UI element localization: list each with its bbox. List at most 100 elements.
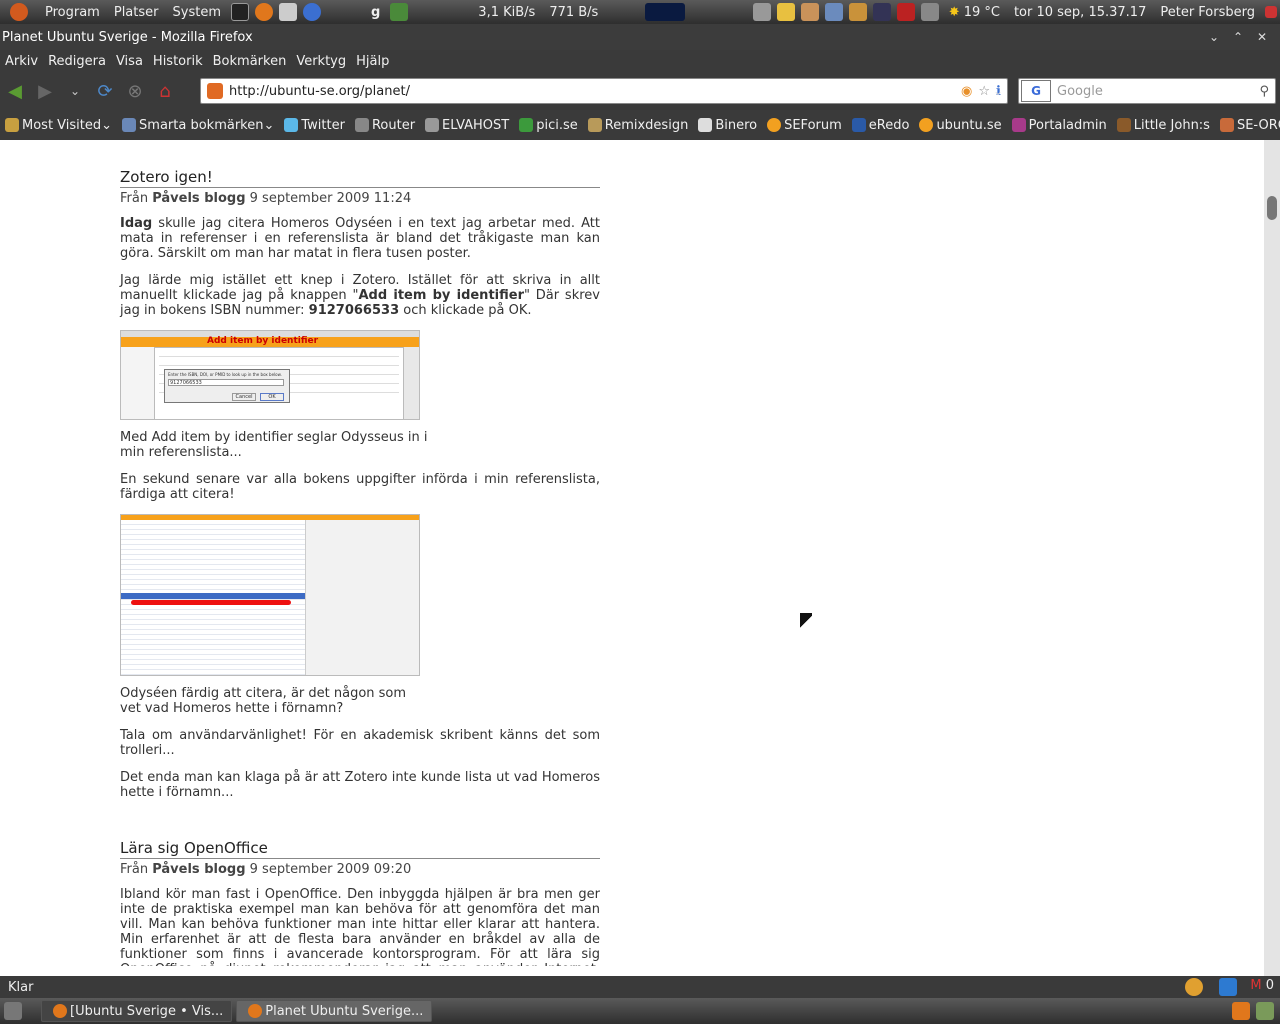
network-icon[interactable]: [824, 3, 843, 21]
weather[interactable]: ✸ 19 °C: [942, 5, 1007, 20]
vertical-scrollbar[interactable]: [1264, 140, 1280, 976]
mouse-cursor-icon: [800, 613, 812, 631]
bookmark-little-johns[interactable]: Little John:s: [1112, 118, 1215, 133]
tray-icon-1[interactable]: [752, 3, 771, 21]
home-button[interactable]: ⌂: [150, 76, 180, 106]
volume-icon[interactable]: [920, 3, 939, 21]
stop-button[interactable]: ⊗: [120, 76, 150, 106]
menu-bokmarken[interactable]: Bokmärken: [208, 54, 292, 69]
ubuntu-logo-icon[interactable]: [0, 3, 38, 21]
tray-icon-4[interactable]: [872, 3, 891, 21]
reload-button[interactable]: ⟳: [90, 76, 120, 106]
post-meta: Från Påvels blogg 9 september 2009 09:20: [120, 862, 412, 877]
back-button[interactable]: ◀: [0, 76, 30, 106]
bookmark-router[interactable]: Router: [350, 118, 420, 133]
bookmark-seforum[interactable]: SEForum: [762, 118, 847, 133]
bookmark-portaladmin[interactable]: Portaladmin: [1007, 118, 1112, 133]
post-title[interactable]: Zotero igen!: [120, 168, 600, 188]
folder-icon[interactable]: [776, 3, 795, 21]
search-icon[interactable]: ⚲: [1259, 84, 1269, 99]
close-icon[interactable]: ✕: [1254, 30, 1270, 44]
addon-icon[interactable]: [1185, 978, 1204, 996]
system-monitor-icon[interactable]: [645, 3, 686, 21]
bookmark-pici[interactable]: pici.se: [514, 118, 583, 133]
maximize-icon[interactable]: ⌃: [1230, 30, 1246, 44]
window-titlebar: Planet Ubuntu Sverige - Mozilla Firefox …: [0, 24, 1280, 50]
menu-visa[interactable]: Visa: [111, 54, 148, 69]
terminal-icon[interactable]: [230, 3, 249, 21]
post-author[interactable]: Påvels blogg: [152, 191, 245, 206]
post-paragraph: Idag skulle jag citera Homeros Odyséen i…: [120, 216, 600, 261]
monitor-icon[interactable]: [390, 3, 409, 21]
menu-system[interactable]: System: [166, 5, 228, 20]
post-paragraph: Ibland kör man fast i OpenOffice. Den in…: [120, 887, 600, 966]
bookmarks-toolbar: Most Visited ⌄ Smarta bokmärken ⌄ Twitter …: [0, 110, 1280, 140]
google-engine-icon[interactable]: G: [1021, 80, 1051, 102]
bookmark-remixdesign[interactable]: Remixdesign: [583, 118, 694, 133]
rss-icon[interactable]: ◉: [961, 84, 972, 99]
bookmark-binero[interactable]: Binero: [693, 118, 762, 133]
bookmark-se-org[interactable]: SE-ORG: [1215, 118, 1280, 133]
search-placeholder: Google: [1057, 83, 1103, 99]
history-dropdown-icon[interactable]: ⌄: [60, 76, 90, 106]
ok-button: OK: [260, 393, 284, 401]
menu-bar: Arkiv Redigera Visa Historik Bokmärken V…: [0, 50, 1280, 72]
firefox-icon: [53, 1004, 67, 1018]
post-author[interactable]: Påvels blogg: [152, 862, 245, 877]
clock[interactable]: tor 10 sep, 15.37.17: [1007, 5, 1153, 20]
user-name[interactable]: Peter Forsberg: [1153, 5, 1262, 20]
mail-icon[interactable]: [278, 3, 297, 21]
menu-historik[interactable]: Historik: [148, 54, 208, 69]
url-bar[interactable]: http://ubuntu-se.org/planet/ ◉ ☆ ℹ: [200, 78, 1008, 104]
menu-verktyg[interactable]: Verktyg: [291, 54, 351, 69]
tray-icon-5[interactable]: [896, 3, 915, 21]
menu-hjalp[interactable]: Hjälp: [351, 54, 394, 69]
tray-icon-3[interactable]: [848, 3, 867, 21]
dialog-prompt: Enter the ISBN, DOI, or PMID to look up …: [168, 372, 282, 377]
firefox-icon: [248, 1004, 263, 1018]
search-bar[interactable]: G Google ⚲: [1018, 78, 1276, 104]
net-up: 771 B/s: [549, 4, 599, 20]
zotero-screenshot-2[interactable]: [120, 514, 420, 676]
firefox-icon[interactable]: [254, 3, 273, 21]
menu-places[interactable]: Platser: [107, 5, 166, 20]
url-dropdown-icon[interactable]: ⌄: [983, 76, 1013, 106]
menu-redigera[interactable]: Redigera: [43, 54, 111, 69]
cancel-button: Cancel: [232, 393, 256, 401]
blog-post: Lära sig OpenOffice Från Påvels blogg 9 …: [120, 839, 600, 976]
gmail-notifier[interactable]: M 0: [1250, 978, 1274, 996]
image-caption: Odyséen färdig att citera, är det någon …: [120, 686, 407, 716]
show-desktop-icon[interactable]: [4, 1002, 22, 1020]
bookmark-elvahost[interactable]: ELVAHOST: [420, 118, 514, 133]
bookmark-twitter[interactable]: Twitter: [279, 118, 350, 133]
window-title: Planet Ubuntu Sverige - Mozilla Firefox: [2, 29, 253, 45]
post-title[interactable]: Lära sig OpenOffice: [120, 839, 600, 859]
task-planet-ubuntu[interactable]: Planet Ubuntu Sverige...: [236, 1000, 433, 1022]
help-icon[interactable]: [302, 3, 321, 21]
g-icon[interactable]: g: [364, 5, 387, 20]
post-date: 9 september 2009 09:20: [249, 862, 412, 877]
menu-program[interactable]: Program: [38, 5, 107, 20]
tray-icon-2[interactable]: [800, 3, 819, 21]
post-paragraph: Det enda man kan klaga på är att Zotero …: [120, 770, 600, 800]
top-panel: Program Platser System g 3,1 KiB/s 771 B…: [0, 0, 1280, 24]
navigation-toolbar: ◀ ▶ ⌄ ⟳ ⊗ ⌂ http://ubuntu-se.org/planet/…: [0, 72, 1280, 110]
bookmark-ubuntu-se[interactable]: ubuntu.se: [914, 118, 1006, 133]
forward-button[interactable]: ▶: [30, 76, 60, 106]
post-paragraph: Tala om användarvänlighet! För en akadem…: [120, 728, 600, 758]
image-caption: Med Add item by identifier seglar Odysse…: [120, 430, 428, 460]
bookmark-eredo[interactable]: eRedo: [847, 118, 915, 133]
scrollbar-thumb[interactable]: [1267, 196, 1277, 220]
zotero-screenshot-1[interactable]: Add item by identifier Enter the ISBN, D…: [120, 330, 420, 420]
bookmark-most-visited[interactable]: Most Visited ⌄: [0, 118, 117, 133]
workspace-icon[interactable]: [1232, 1002, 1250, 1020]
menu-arkiv[interactable]: Arkiv: [0, 54, 43, 69]
xmarks-icon[interactable]: [1219, 978, 1238, 996]
minimize-icon[interactable]: ⌄: [1206, 30, 1222, 44]
post-paragraph: Jag lärde mig istället ett knep i Zotero…: [120, 273, 600, 318]
task-ubuntu-sverige[interactable]: [Ubuntu Sverige • Vis...: [41, 1000, 233, 1022]
bookmark-smart[interactable]: Smarta bokmärken ⌄: [117, 118, 279, 133]
trash-icon[interactable]: [1256, 1002, 1274, 1020]
post-date: 9 september 2009 11:24: [249, 191, 412, 206]
shutdown-icon[interactable]: [1265, 6, 1277, 18]
